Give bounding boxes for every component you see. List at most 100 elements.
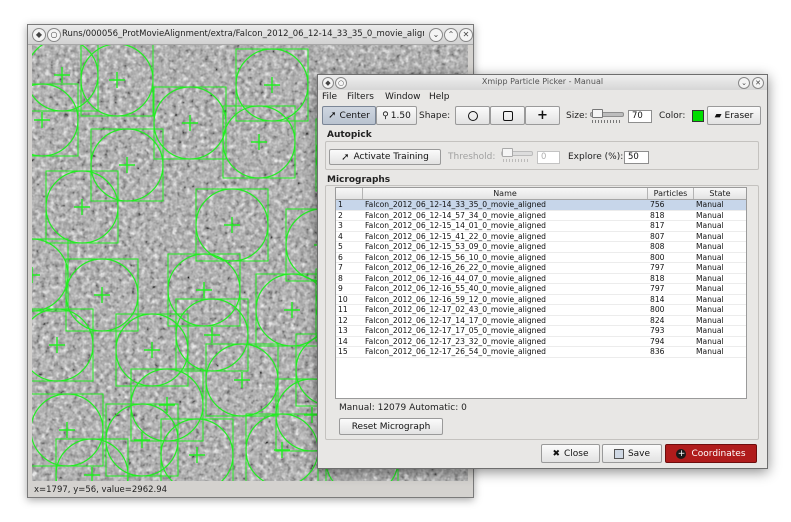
row-index: 5 — [338, 242, 343, 251]
row-index: 14 — [338, 336, 348, 346]
activate-training-button[interactable]: ➚ Activate Training — [329, 149, 441, 165]
center-label: Center — [339, 110, 370, 121]
color-swatch[interactable] — [692, 110, 704, 122]
table-row[interactable]: 6 Falcon_2012_06_12-15_56_10_0_movie_alig… — [336, 252, 746, 263]
shape-square-button[interactable] — [490, 106, 525, 125]
row-particles: 824 — [650, 315, 665, 325]
row-particles: 807 — [650, 231, 665, 241]
menu-window[interactable]: Window — [385, 92, 421, 102]
pixel-readout: x=1797, y=56, value=2962.94 — [34, 485, 168, 495]
particle-count-summary: Manual: 12079 Automatic: 0 — [339, 403, 467, 413]
row-name: Falcon_2012_06_12-14_33_35_0_movie_align… — [365, 200, 546, 209]
menu-help[interactable]: Help — [429, 92, 450, 102]
menu-file[interactable]: File — [322, 92, 337, 102]
row-particles: 797 — [650, 263, 665, 272]
row-index: 11 — [338, 305, 348, 314]
eraser-icon: ▰ — [714, 110, 722, 121]
coordinates-plus-icon: + — [676, 448, 687, 459]
row-particles: 794 — [650, 336, 665, 346]
table-row[interactable]: 14 Falcon_2012_06_12-17_23_32_0_movie_ali… — [336, 336, 746, 347]
col-index-header[interactable] — [336, 188, 363, 199]
row-particles: 818 — [650, 273, 665, 283]
close-x-icon: ✖ — [552, 448, 560, 459]
row-index: 12 — [338, 315, 348, 325]
table-row[interactable]: 5 Falcon_2012_06_12-15_53_09_0_movie_alig… — [336, 242, 746, 253]
row-index: 8 — [338, 273, 343, 283]
row-name: Falcon_2012_06_12-17_17_05_0_movie_align… — [365, 326, 546, 335]
table-row[interactable]: 15 Falcon_2012_06_12-17_26_54_0_movie_ali… — [336, 347, 746, 358]
row-name: Falcon_2012_06_12-15_53_09_0_movie_align… — [365, 242, 546, 251]
row-state: Manual — [696, 210, 724, 220]
col-state-header[interactable]: State — [694, 188, 746, 199]
row-name: Falcon_2012_06_12-15_56_10_0_movie_align… — [365, 252, 546, 262]
col-particles-header[interactable]: Particles — [648, 188, 694, 199]
row-particles: 800 — [650, 305, 665, 314]
table-row[interactable]: 2 Falcon_2012_06_12-14_57_34_0_movie_alig… — [336, 210, 746, 221]
picker-titlebar[interactable]: ◆ ○ Xmipp Particle Picker - Manual ⌄ ✕ — [318, 75, 767, 91]
table-row[interactable]: 7 Falcon_2012_06_12-16_26_22_0_movie_alig… — [336, 263, 746, 274]
table-row[interactable]: 9 Falcon_2012_06_12-16_55_40_0_movie_alig… — [336, 284, 746, 295]
zoom-button[interactable]: ⚲ 1.50 — [376, 106, 417, 125]
coordinates-button[interactable]: + Coordinates — [665, 444, 757, 463]
center-arrow-icon: ➚ — [328, 110, 337, 121]
autopick-section-label: Autopick — [327, 130, 372, 140]
table-header: Name Particles State — [336, 188, 746, 200]
app-menu-icon[interactable]: ◆ — [32, 28, 46, 42]
save-button[interactable]: Save — [602, 444, 662, 463]
row-state: Manual — [696, 273, 724, 283]
table-row[interactable]: 1 Falcon_2012_06_12-14_33_35_0_movie_alig… — [336, 200, 746, 211]
row-name: Falcon_2012_06_12-17_26_54_0_movie_align… — [365, 347, 546, 356]
micrograph-window-titlebar[interactable]: ◆ ○ Runs/000056_ProtMovieAlignment/extra… — [28, 25, 473, 45]
eraser-button[interactable]: ▰ Eraser — [707, 106, 761, 125]
table-row[interactable]: 3 Falcon_2012_06_12-15_14_01_0_movie_alig… — [336, 221, 746, 232]
explore-label: Explore (%): — [568, 152, 624, 162]
threshold-slider-thumb[interactable] — [502, 148, 513, 157]
row-particles: 793 — [650, 326, 665, 335]
pin-icon[interactable]: ○ — [47, 28, 61, 42]
reset-micrograph-button[interactable]: Reset Micrograph — [339, 418, 443, 435]
minimize-icon[interactable]: ⌄ — [429, 28, 443, 42]
close-icon[interactable]: ✕ — [752, 77, 764, 89]
coordinates-label: Coordinates — [691, 448, 746, 459]
table-row[interactable]: 8 Falcon_2012_06_12-16_44_07_0_movie_alig… — [336, 273, 746, 284]
row-index: 4 — [338, 231, 343, 241]
row-particles: 756 — [650, 200, 665, 209]
center-button[interactable]: ➚ Center — [322, 106, 376, 125]
micrographs-section-label: Micrographs — [327, 175, 391, 185]
threshold-slider[interactable] — [501, 147, 537, 163]
micrograph-window-title: Runs/000056_ProtMovieAlignment/extra/Fal… — [62, 29, 424, 39]
circle-shape-icon — [467, 110, 478, 121]
eraser-label: Eraser — [724, 110, 754, 121]
row-state: Manual — [696, 200, 724, 209]
close-icon[interactable]: ✕ — [459, 28, 473, 42]
row-particles: 836 — [650, 347, 665, 356]
shape-circle-button[interactable] — [455, 106, 490, 125]
minimize-icon[interactable]: ⌄ — [738, 77, 750, 89]
size-slider-thumb[interactable] — [592, 109, 603, 118]
table-row[interactable]: 12 Falcon_2012_06_12-17_14_17_0_movie_ali… — [336, 315, 746, 326]
maximize-icon[interactable]: ⌃ — [444, 28, 458, 42]
table-row[interactable]: 10 Falcon_2012_06_12-16_59_12_0_movie_ali… — [336, 294, 746, 305]
explore-field[interactable]: 50 — [624, 151, 649, 164]
close-button[interactable]: ✖ Close — [541, 444, 600, 463]
size-field[interactable]: 70 — [628, 110, 652, 123]
row-name: Falcon_2012_06_12-16_59_12_0_movie_align… — [365, 294, 546, 304]
row-name: Falcon_2012_06_12-16_55_40_0_movie_align… — [365, 284, 546, 293]
reset-micrograph-label: Reset Micrograph — [351, 421, 431, 432]
menu-filters[interactable]: Filters — [347, 92, 374, 102]
shape-cross-button[interactable]: + — [525, 106, 560, 125]
color-label: Color: — [659, 111, 686, 121]
row-state: Manual — [696, 221, 724, 230]
row-name: Falcon_2012_06_12-15_14_01_0_movie_align… — [365, 221, 546, 230]
threshold-field[interactable]: 0 — [537, 151, 560, 164]
row-index: 2 — [338, 210, 343, 220]
table-row[interactable]: 4 Falcon_2012_06_12-15_41_22_0_movie_alig… — [336, 231, 746, 242]
table-row[interactable]: 13 Falcon_2012_06_12-17_17_05_0_movie_ali… — [336, 326, 746, 337]
micrographs-table: Name Particles State 1 Falcon_2012_06_12-… — [335, 187, 747, 399]
size-slider[interactable] — [590, 108, 626, 124]
row-index: 6 — [338, 252, 343, 262]
col-name-header[interactable]: Name — [363, 188, 648, 199]
row-state: Manual — [696, 231, 724, 241]
table-row[interactable]: 11 Falcon_2012_06_12-17_02_43_0_movie_ali… — [336, 305, 746, 316]
shape-label: Shape: — [419, 111, 451, 121]
